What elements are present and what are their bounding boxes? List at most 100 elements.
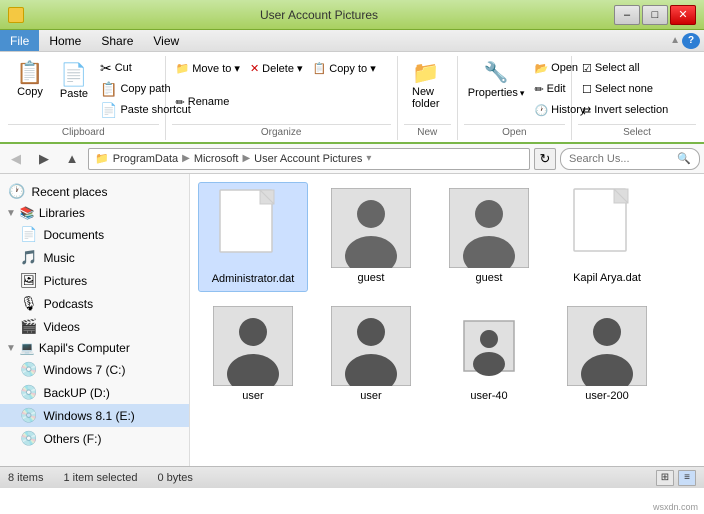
- file-item-user1[interactable]: user: [198, 300, 308, 408]
- user2-icon: [331, 306, 411, 386]
- properties-icon: 🔧: [484, 60, 509, 85]
- sidebar-label-windows7: Windows 7 (C:): [43, 363, 125, 377]
- libraries-icon: 📚: [20, 206, 35, 220]
- edit-label: Edit: [547, 83, 566, 95]
- close-button[interactable]: ✕: [670, 5, 696, 25]
- menu-share[interactable]: Share: [91, 30, 143, 51]
- sidebar-label-recent-places: Recent places: [31, 185, 107, 199]
- maximize-button[interactable]: □: [642, 5, 668, 25]
- back-button[interactable]: ◀: [4, 148, 28, 170]
- help-button[interactable]: ?: [682, 33, 700, 49]
- menu-view[interactable]: View: [143, 30, 189, 51]
- organize-group: 📁 Move to ▾ ✕ Delete ▾ 📋 Copy to ▾ ✏ Ren…: [166, 56, 398, 140]
- refresh-button[interactable]: ↻: [534, 148, 556, 170]
- sidebar-label-videos: Videos: [43, 320, 79, 334]
- file-item-user40[interactable]: user-40: [434, 300, 544, 408]
- new-folder-button[interactable]: 📁 Newfolder: [404, 58, 448, 114]
- menu-file[interactable]: File: [0, 30, 39, 51]
- breadcrumb-microsoft[interactable]: Microsoft: [194, 153, 239, 165]
- copy-to-icon: 📋: [313, 62, 327, 75]
- sidebar-label-libraries: Libraries: [39, 206, 85, 220]
- select-label: Select: [578, 124, 696, 138]
- up-button[interactable]: ▲: [60, 148, 84, 170]
- user40-label: user-40: [470, 390, 507, 402]
- copy-button[interactable]: 📋 Copy: [8, 58, 52, 102]
- file-item-guest1[interactable]: guest: [316, 182, 426, 292]
- sidebar-item-pictures[interactable]: 🖼 Pictures: [0, 269, 189, 292]
- sidebar-label-pictures: Pictures: [44, 274, 87, 288]
- details-view-button[interactable]: ≡: [678, 470, 696, 486]
- file-item-kapil-arya-dat[interactable]: Kapil Arya.dat: [552, 182, 662, 292]
- sidebar-label-windows81: Windows 8.1 (E:): [43, 409, 134, 423]
- title-bar: User Account Pictures – □ ✕: [0, 0, 704, 30]
- invert-selection-button[interactable]: ⇄ Invert selection: [578, 100, 672, 120]
- user1-label: user: [242, 390, 263, 402]
- copy-icon: 📋: [16, 62, 43, 84]
- properties-button[interactable]: 🔧 Properties ▾: [464, 58, 529, 101]
- move-to-button[interactable]: 📁 Move to ▾: [172, 58, 244, 78]
- item-count: 8 items: [8, 472, 43, 484]
- address-path[interactable]: 📁 ProgramData ▶ Microsoft ▶ User Account…: [88, 148, 530, 170]
- search-input[interactable]: [569, 153, 669, 165]
- sidebar-item-recent-places[interactable]: 🕐 Recent places: [0, 180, 189, 203]
- sidebar-computer-header[interactable]: ▼ 💻 Kapil's Computer: [0, 338, 189, 358]
- paste-button[interactable]: 📄 Paste: [54, 58, 94, 104]
- file-item-administrator-dat[interactable]: Administrator.dat: [198, 182, 308, 292]
- select-all-button[interactable]: ☑ Select all: [578, 58, 672, 78]
- administrator-dat-label: Administrator.dat: [212, 273, 295, 285]
- kapil-arya-dat-icon: [567, 188, 647, 268]
- search-icon: 🔍: [677, 152, 691, 165]
- paste-label: Paste: [60, 88, 88, 100]
- selected-count: 1 item selected: [63, 472, 137, 484]
- move-to-icon: 📁: [176, 62, 190, 75]
- file-item-user2[interactable]: user: [316, 300, 426, 408]
- sidebar-libraries-header[interactable]: ▼ 📚 Libraries: [0, 203, 189, 223]
- sidebar-item-videos[interactable]: 🎬 Videos: [0, 315, 189, 338]
- podcasts-icon: 🎙: [20, 295, 38, 312]
- delete-button[interactable]: ✕ Delete ▾: [246, 58, 307, 78]
- sidebar-label-documents: Documents: [43, 228, 104, 242]
- select-buttons: ☑ Select all ☐ Select none ⇄ Invert sele…: [578, 58, 672, 120]
- organize-group-content: 📁 Move to ▾ ✕ Delete ▾ 📋 Copy to ▾ ✏ Ren…: [172, 58, 391, 124]
- minimize-button[interactable]: –: [614, 5, 640, 25]
- clipboard-group: 📋 Copy 📄 Paste ✂ Cut 📋 Copy path: [2, 56, 166, 140]
- sidebar-label-backup: BackUP (D:): [43, 386, 109, 400]
- computer-arrow: ▼: [6, 343, 16, 354]
- documents-icon: 📄: [20, 226, 37, 243]
- sidebar-item-backup[interactable]: 💿 BackUP (D:): [0, 381, 189, 404]
- file-item-guest2[interactable]: guest: [434, 182, 544, 292]
- main-area: 🕐 Recent places ▼ 📚 Libraries 📄 Document…: [0, 174, 704, 466]
- sidebar-item-windows81[interactable]: 💿 Windows 8.1 (E:): [0, 404, 189, 427]
- user200-icon: [567, 306, 647, 386]
- breadcrumb-current[interactable]: User Account Pictures: [254, 153, 362, 165]
- file-item-user200[interactable]: user-200: [552, 300, 662, 408]
- guest1-label: guest: [358, 272, 385, 284]
- search-box[interactable]: 🔍: [560, 148, 700, 170]
- breadcrumb-programdata[interactable]: ProgramData: [113, 153, 178, 165]
- select-none-button[interactable]: ☐ Select none: [578, 79, 672, 99]
- new-folder-label: Newfolder: [412, 86, 440, 110]
- sidebar-item-podcasts[interactable]: 🎙 Podcasts: [0, 292, 189, 315]
- rename-button[interactable]: ✏ Rename: [172, 92, 234, 112]
- windows81-icon: 💿: [20, 407, 37, 424]
- cut-label: Cut: [115, 62, 132, 74]
- large-icons-view-button[interactable]: ⊞: [656, 470, 674, 486]
- sidebar-item-documents[interactable]: 📄 Documents: [0, 223, 189, 246]
- copy-to-button[interactable]: 📋 Copy to ▾: [309, 58, 380, 78]
- select-group-content: ☑ Select all ☐ Select none ⇄ Invert sele…: [578, 58, 696, 124]
- address-bar: ◀ ▶ ▲ 📁 ProgramData ▶ Microsoft ▶ User A…: [0, 144, 704, 174]
- others-icon: 💿: [20, 430, 37, 447]
- copy-path-icon: 📋: [100, 81, 117, 98]
- sidebar-item-windows7[interactable]: 💿 Windows 7 (C:): [0, 358, 189, 381]
- new-group: 📁 Newfolder New: [398, 56, 458, 140]
- recent-places-icon: 🕐: [8, 183, 25, 200]
- ribbon-content: 📋 Copy 📄 Paste ✂ Cut 📋 Copy path: [0, 52, 704, 142]
- status-bar: 8 items 1 item selected 0 bytes ⊞ ≡: [0, 466, 704, 488]
- select-none-label: Select none: [595, 83, 653, 95]
- forward-button[interactable]: ▶: [32, 148, 56, 170]
- menu-home[interactable]: Home: [39, 30, 91, 51]
- delete-icon: ✕: [250, 62, 259, 75]
- sidebar-item-music[interactable]: 🎵 Music: [0, 246, 189, 269]
- copy-path-label: Copy path: [120, 83, 170, 95]
- sidebar-item-others[interactable]: 💿 Others (F:): [0, 427, 189, 450]
